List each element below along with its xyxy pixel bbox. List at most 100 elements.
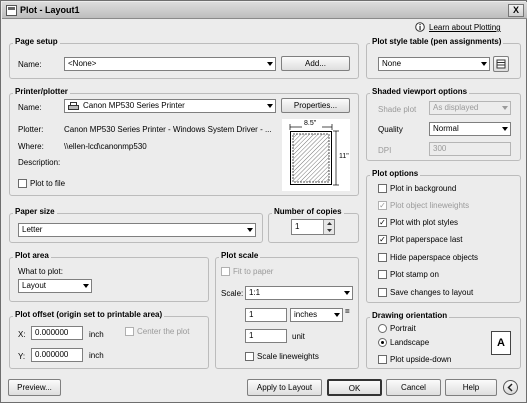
radio-dot-selected	[378, 338, 387, 347]
chevron-down-icon	[502, 106, 508, 110]
plot-to-file-checkbox[interactable]: Plot to file	[18, 179, 65, 190]
chevron-down-icon	[334, 313, 340, 317]
add-button[interactable]: Add...	[281, 56, 350, 71]
checkmark-icon: ✓	[378, 218, 387, 227]
plot-object-lineweights-checkbox[interactable]: ✓ Plot object lineweights	[378, 201, 469, 212]
chevron-down-icon	[502, 127, 508, 131]
checkbox-box	[378, 288, 387, 297]
checkbox-box	[378, 253, 387, 262]
where-value: \\ellen-lcd\canonmp530	[64, 142, 147, 151]
page-setup-name-label: Name:	[18, 60, 42, 69]
scale-label: Scale:	[221, 289, 244, 298]
close-button[interactable]: X	[508, 4, 524, 17]
plot-style-table-combo[interactable]: None	[378, 57, 490, 71]
hide-paperspace-objects-checkbox[interactable]: Hide paperspace objects	[378, 253, 478, 264]
scale-lineweights-checkbox[interactable]: Scale lineweights	[245, 352, 319, 363]
what-to-plot-combo[interactable]: Layout	[18, 279, 92, 293]
plot-stamp-on-checkbox[interactable]: Plot stamp on	[378, 270, 439, 281]
scale-value1-input[interactable]: 1	[245, 308, 287, 322]
quality-combo[interactable]: Normal	[429, 122, 511, 136]
fit-to-paper-checkbox[interactable]: Fit to paper	[221, 267, 273, 278]
save-changes-to-layout-checkbox[interactable]: Save changes to layout	[378, 288, 473, 299]
radio-dot	[378, 324, 387, 333]
plot-option-label: Plot with plot styles	[390, 218, 459, 227]
plot-options-label: Plot options	[370, 169, 421, 178]
page-setup-name-value: <None>	[68, 59, 97, 68]
chevron-left-icon	[507, 383, 513, 392]
learn-about-plotting-link[interactable]: Learn about Plotting	[429, 23, 501, 32]
title-bar[interactable]: Plot - Layout1 X	[2, 2, 527, 19]
copies-spinner[interactable]: 1	[291, 219, 335, 235]
center-plot-checkbox[interactable]: Center the plot	[125, 327, 189, 338]
apply-to-layout-button[interactable]: Apply to Layout	[247, 379, 322, 396]
plotter-value: Canon MP530 Series Printer - Windows Sys…	[64, 125, 272, 134]
scale-value: 1:1	[249, 288, 261, 297]
edit-plot-style-button[interactable]	[493, 56, 509, 72]
checkbox-box	[125, 327, 134, 336]
what-to-plot-value: Layout	[22, 281, 47, 290]
help-button[interactable]: Help	[445, 379, 497, 396]
center-plot-label: Center the plot	[137, 327, 190, 336]
plot-to-file-label: Plot to file	[30, 179, 66, 188]
scale-units-value: inches	[294, 310, 318, 319]
printer-name-combo[interactable]: Canon MP530 Series Printer	[64, 99, 276, 113]
orientation-preview-icon: A	[491, 331, 511, 355]
plot-with-plot-styles-checkbox[interactable]: ✓ Plot with plot styles	[378, 218, 458, 229]
collapse-button[interactable]	[503, 380, 518, 395]
chevron-down-icon	[267, 104, 273, 108]
checkbox-box	[245, 352, 254, 361]
plot-option-label: Plot in background	[390, 184, 457, 193]
ok-button[interactable]: OK	[327, 379, 382, 396]
plot-in-background-checkbox[interactable]: Plot in background	[378, 184, 456, 195]
cancel-button[interactable]: Cancel	[386, 379, 441, 396]
plot-option-label: Hide paperspace objects	[390, 253, 479, 262]
offset-x-input[interactable]: 0.000000	[31, 326, 83, 340]
preview-button[interactable]: Preview...	[8, 379, 61, 396]
chevron-down-icon	[247, 228, 253, 232]
properties-button[interactable]: Properties...	[281, 98, 350, 113]
printer-icon	[68, 102, 79, 110]
chevron-down-icon	[267, 62, 273, 66]
shaded-viewport-label: Shaded viewport options	[370, 87, 470, 96]
plot-option-label: Save changes to layout	[390, 288, 474, 297]
offset-y-input[interactable]: 0.000000	[31, 348, 83, 362]
scale-units-combo[interactable]: inches	[290, 308, 343, 322]
chevron-down-icon	[83, 284, 89, 288]
offset-x-unit: inch	[89, 330, 104, 339]
copies-value: 1	[295, 222, 300, 231]
paper-size-combo[interactable]: Letter	[18, 223, 256, 237]
orientation-label: Drawing orientation	[370, 311, 450, 320]
printer-name-value: Canon MP530 Series Printer	[83, 101, 185, 110]
paper-size-label: Paper size	[13, 207, 57, 216]
what-to-plot-label: What to plot:	[18, 267, 63, 276]
landscape-radio[interactable]: Landscape	[378, 338, 429, 348]
page-setup-name-combo[interactable]: <None>	[64, 57, 276, 71]
paper-preview: 8.5" 11"	[282, 119, 350, 191]
chevron-down-icon	[344, 291, 350, 295]
quality-label: Quality	[378, 125, 403, 134]
shade-plot-combo[interactable]: As displayed	[429, 101, 511, 115]
checkbox-box	[378, 270, 387, 279]
dpi-label: DPI	[378, 146, 392, 155]
where-label: Where:	[18, 142, 44, 151]
plot-upside-down-checkbox[interactable]: Plot upside-down	[378, 355, 451, 366]
offset-y-unit: inch	[89, 351, 104, 360]
quality-value: Normal	[433, 124, 459, 133]
preview-height-label: 11"	[339, 153, 349, 160]
checkbox-box	[378, 184, 387, 193]
shade-plot-label: Shade plot	[378, 105, 417, 114]
plot-offset-label: Plot offset (origin set to printable are…	[13, 310, 165, 319]
scale-combo[interactable]: 1:1	[245, 286, 353, 300]
checkbox-box	[378, 355, 387, 364]
chevron-down-icon	[481, 62, 487, 66]
dpi-input[interactable]: 300	[429, 142, 511, 156]
scale-value2-input[interactable]: 1	[245, 329, 287, 343]
portrait-radio[interactable]: Portrait	[378, 324, 416, 334]
offset-x-label: X:	[18, 330, 26, 339]
info-icon	[415, 22, 425, 32]
spinner-buttons[interactable]	[323, 220, 334, 234]
plot-paperspace-last-checkbox[interactable]: ✓ Plot paperspace last	[378, 235, 463, 246]
portrait-label: Portrait	[390, 324, 416, 333]
plot-option-label: Plot paperspace last	[390, 235, 463, 244]
equals-sign: =	[345, 307, 350, 316]
